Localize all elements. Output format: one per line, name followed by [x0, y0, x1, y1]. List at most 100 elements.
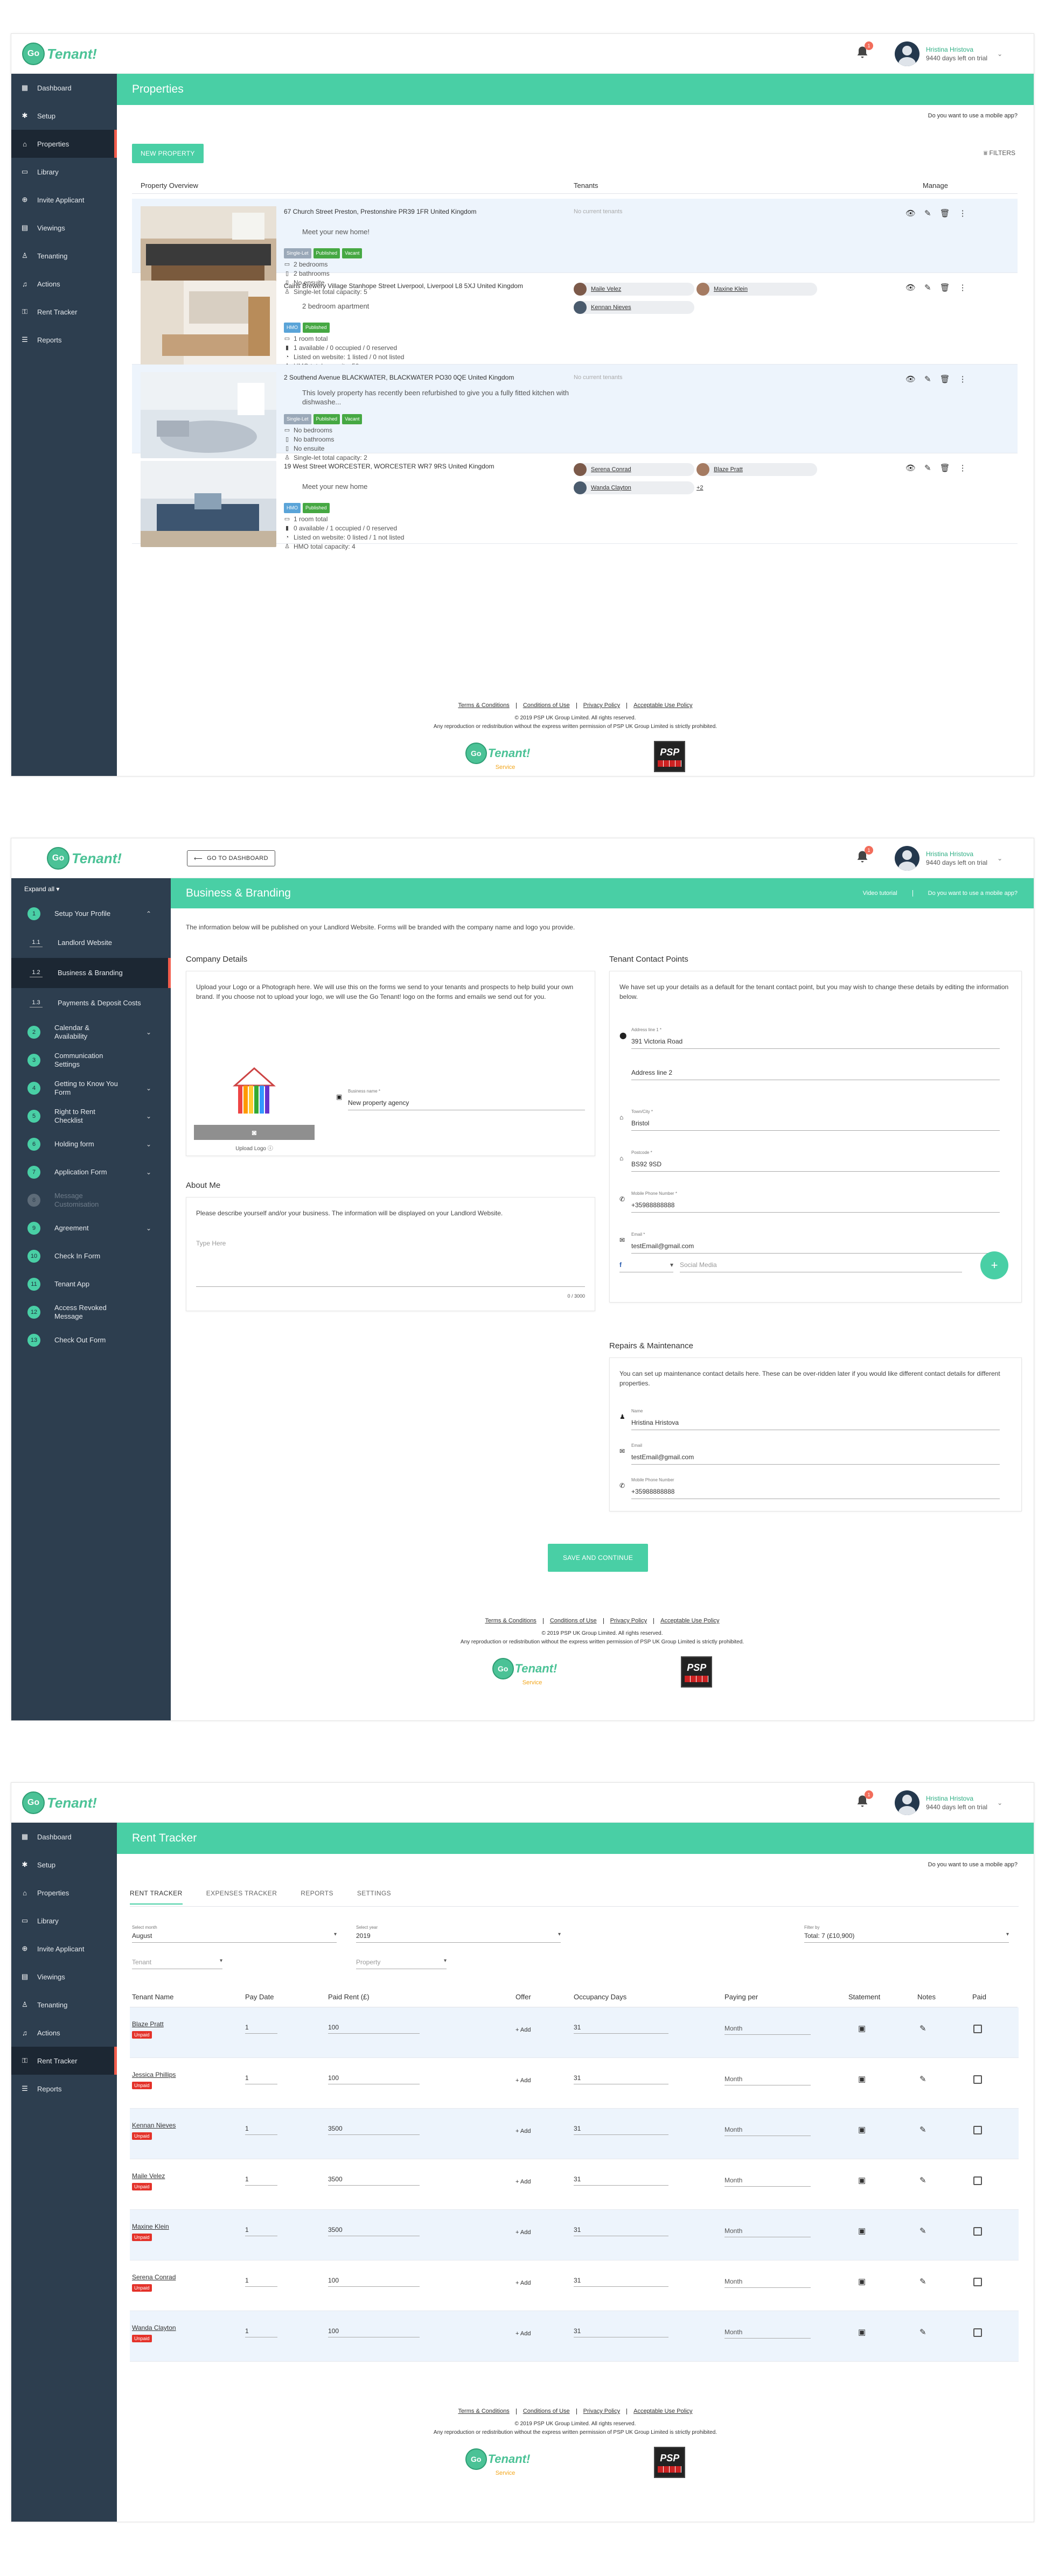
tab-expenses-tracker[interactable]: EXPENSES TRACKER	[206, 1889, 277, 1905]
delete-icon[interactable]: 🗑	[940, 208, 950, 218]
footer-link-conditions-of-use[interactable]: Conditions of Use	[544, 1618, 604, 1624]
about-me-textarea[interactable]: Type Here	[196, 1238, 585, 1287]
pay-date-input[interactable]: 1	[245, 2024, 277, 2034]
sidebar-item-tenanting[interactable]: ♙ Tenanting	[11, 242, 117, 270]
setup-substep[interactable]: 1.2 Business & Branding	[11, 958, 171, 988]
edit-icon[interactable]: ✎	[924, 463, 931, 473]
property-image[interactable]	[141, 281, 276, 367]
sidebar-item-reports[interactable]: ☰ Reports	[11, 326, 117, 354]
paid-checkbox[interactable]	[973, 2126, 982, 2134]
footer-link-terms-conditions[interactable]: Terms & Conditions	[451, 2409, 517, 2414]
notification-bell-icon[interactable]: 1	[855, 1790, 873, 1809]
tenant-name[interactable]: Maxine Klein	[714, 286, 748, 292]
expand-all-toggle[interactable]: Expand all ▾	[11, 878, 171, 900]
property-address[interactable]: 67 Church Street Preston, Prestonshire P…	[284, 207, 569, 216]
add-offer-button[interactable]: + Add	[515, 2077, 531, 2084]
tenant-name[interactable]: Kennan Nieves	[591, 304, 631, 311]
tenant-name[interactable]: Blaze Pratt	[714, 466, 743, 473]
tenant-chip[interactable]: Wanda Clayton	[574, 481, 694, 494]
chevron-down-icon[interactable]: ⌄	[146, 1224, 151, 1232]
property-address[interactable]: 19 West Street WORCESTER, WORCESTER WR7 …	[284, 462, 569, 471]
paid-checkbox[interactable]	[973, 2278, 982, 2286]
repairs-field-input[interactable]: testEmail@gmail.com	[631, 1451, 1000, 1465]
tab-reports[interactable]: REPORTS	[301, 1889, 333, 1905]
add-offer-button[interactable]: + Add	[515, 2280, 531, 2286]
notes-edit-icon[interactable]: ✎	[919, 2226, 926, 2236]
chevron-down-icon[interactable]: ⌄	[146, 1084, 151, 1092]
delete-icon[interactable]: 🗑	[940, 463, 950, 473]
app-logo[interactable]: Go Tenant!	[47, 847, 122, 870]
paying-per-select[interactable]: Month	[724, 2176, 811, 2187]
setup-step[interactable]: 7 Application Form ⌄	[11, 1158, 171, 1186]
year-select[interactable]: Select year 2019	[356, 1925, 561, 1943]
table-row[interactable]: Serena Conrad Unpaid 1 100 + Add 31 Month ▣ ✎	[130, 2260, 1019, 2311]
sidebar-item-setup[interactable]: ✱ Setup	[11, 102, 117, 130]
pay-date-input[interactable]: 1	[245, 2074, 277, 2084]
chevron-down-icon[interactable]: ⌄	[146, 1140, 151, 1148]
notes-edit-icon[interactable]: ✎	[919, 2277, 926, 2286]
repairs-field[interactable]: Name Hristina Hristova ♟	[619, 1406, 1000, 1430]
property-row[interactable]: 2 Southend Avenue BLACKWATER, BLACKWATER…	[132, 365, 1018, 461]
table-row[interactable]: Maxine Klein Unpaid 1 3500 + Add 31 Month ▣ ✎	[130, 2210, 1019, 2260]
notes-edit-icon[interactable]: ✎	[919, 2175, 926, 2185]
statement-icon[interactable]: ▣	[858, 2125, 866, 2134]
setup-substep[interactable]: 1.1 Landlord Website	[11, 928, 171, 958]
business-name-input[interactable]: New property agency	[348, 1096, 585, 1110]
contact-field[interactable]: Mobile Phone Number * +35988888888 ✆	[619, 1189, 1000, 1213]
filter-select[interactable]: Filter by Total: 7 (£10,900)	[804, 1925, 1009, 1943]
footer-link-terms-conditions[interactable]: Terms & Conditions	[478, 1618, 544, 1624]
sidebar-item-library[interactable]: ▭ Library	[11, 1907, 117, 1935]
sidebar-item-viewings[interactable]: ▤ Viewings	[11, 1963, 117, 1991]
sidebar-item-reports[interactable]: ☰ Reports	[11, 2075, 117, 2103]
user-menu[interactable]: Hristina Hristova 9440 days left on trial…	[895, 41, 1002, 66]
chevron-down-icon[interactable]: ⌄	[146, 1028, 151, 1036]
eye-icon[interactable]: 👁	[905, 463, 916, 473]
property-filter-input[interactable]: Property	[356, 1956, 447, 1969]
add-offer-button[interactable]: + Add	[515, 2330, 531, 2337]
tenant-chip[interactable]: Blaze Pratt	[696, 463, 817, 476]
paying-per-select[interactable]: Month	[724, 2126, 811, 2136]
setup-step[interactable]: 10 Check In Form	[11, 1242, 171, 1270]
contact-field[interactable]: Address line 1 * 391 Victoria Road ⬤	[619, 1025, 1000, 1049]
occupancy-days-input[interactable]: 31	[574, 2074, 668, 2084]
month-select[interactable]: Select month August	[132, 1925, 337, 1943]
chevron-down-icon[interactable]: ⌄	[146, 1112, 151, 1120]
occupancy-days-input[interactable]: 31	[574, 2175, 668, 2186]
statement-icon[interactable]: ▣	[858, 2327, 866, 2337]
tenant-name-link[interactable]: Kennan Nieves	[132, 2122, 176, 2129]
sidebar-item-properties[interactable]: ⌂ Properties	[11, 1879, 117, 1907]
add-offer-button[interactable]: + Add	[515, 2179, 531, 2185]
eye-icon[interactable]: 👁	[905, 208, 916, 218]
footer-link-privacy-policy[interactable]: Privacy Policy	[577, 2409, 628, 2414]
footer-link-privacy-policy[interactable]: Privacy Policy	[604, 1618, 654, 1624]
tenant-name-link[interactable]: Wanda Clayton	[132, 2324, 176, 2332]
save-and-continue-button[interactable]: SAVE AND CONTINUE	[548, 1544, 649, 1572]
sidebar-item-invite-applicant[interactable]: ⊕ Invite Applicant	[11, 1935, 117, 1963]
footer-link-acceptable-use-policy[interactable]: Acceptable Use Policy	[627, 703, 699, 709]
table-row[interactable]: Blaze Pratt Unpaid 1 100 + Add 31 Month ▣ ✎	[130, 2007, 1019, 2058]
notes-edit-icon[interactable]: ✎	[919, 2074, 926, 2084]
sidebar-item-viewings[interactable]: ▤ Viewings	[11, 214, 117, 242]
pay-date-input[interactable]: 1	[245, 2125, 277, 2135]
contact-field[interactable]: Town/City * Bristol ⌂	[619, 1107, 1000, 1131]
repairs-field-input[interactable]: Hristina Hristova	[631, 1416, 1000, 1430]
setup-step[interactable]: 9 Agreement ⌄	[11, 1214, 171, 1242]
go-to-dashboard-button[interactable]: ⟵ GO TO DASHBOARD	[187, 850, 275, 866]
sidebar-item-actions[interactable]: ♫ Actions	[11, 270, 117, 298]
tenant-chip[interactable]: Maxine Klein	[696, 283, 817, 296]
footer-link-terms-conditions[interactable]: Terms & Conditions	[451, 703, 517, 709]
add-social-button[interactable]: +	[980, 1251, 1008, 1279]
user-menu[interactable]: Hristina Hristova 9440 days left on trial…	[895, 846, 1002, 871]
statement-icon[interactable]: ▣	[858, 2074, 866, 2084]
delete-icon[interactable]: 🗑	[940, 374, 950, 384]
video-tutorial-link[interactable]: Video tutorial	[863, 890, 897, 897]
new-property-button[interactable]: NEW PROPERTY	[132, 144, 204, 163]
occupancy-days-input[interactable]: 31	[574, 2024, 668, 2034]
tenant-name-link[interactable]: Maile Velez	[132, 2172, 165, 2180]
eye-icon[interactable]: 👁	[905, 283, 916, 292]
paid-checkbox[interactable]	[973, 2328, 982, 2337]
repairs-field[interactable]: Email testEmail@gmail.com ✉	[619, 1441, 1000, 1465]
user-menu[interactable]: Hristina Hristova 9440 days left on trial…	[895, 1790, 1002, 1815]
sidebar-item-dashboard[interactable]: ▦ Dashboard	[11, 74, 117, 102]
setup-step[interactable]: 6 Holding form ⌄	[11, 1130, 171, 1158]
